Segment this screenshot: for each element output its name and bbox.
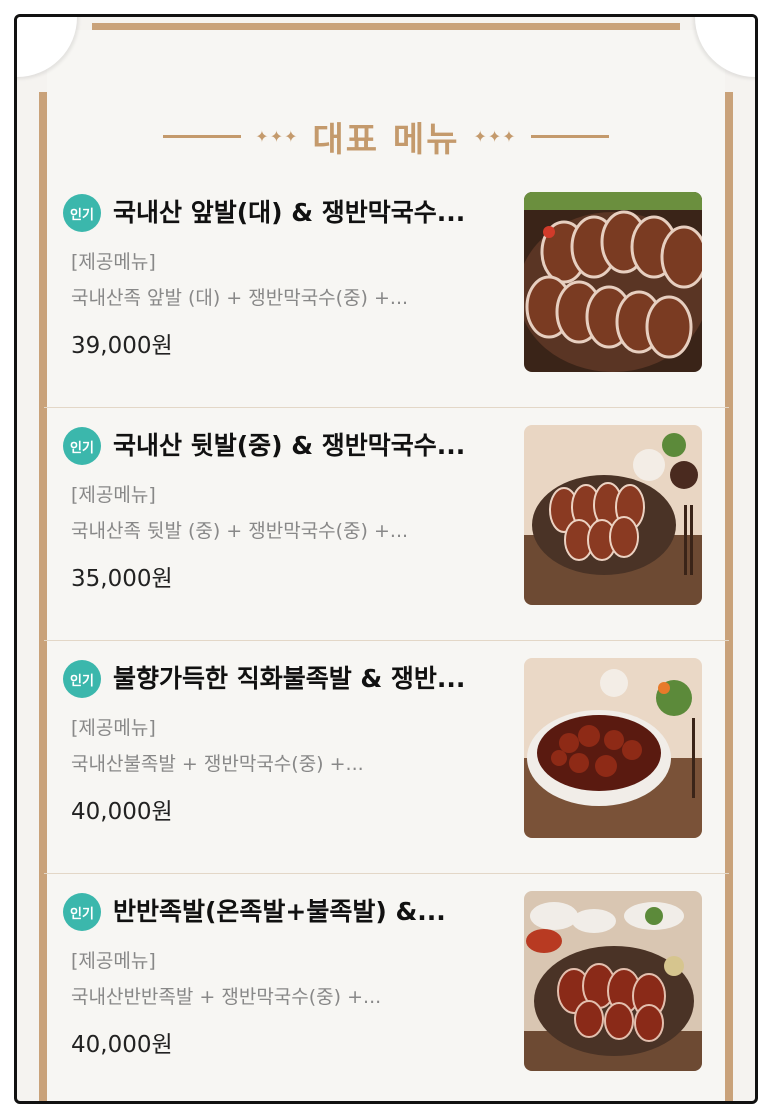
menu-item[interactable]: 인기 반반족발(온족발+불족발) &... [제공메뉴] 국내산반반족발 + 쟁… — [44, 874, 729, 1107]
pork-feet-platter-photo[interactable] — [524, 425, 702, 605]
menu-item-price: 40,000원 — [71, 1032, 173, 1058]
menu-item[interactable]: 인기 불향가득한 직화불족발 & 쟁반... [제공메뉴] 국내산불족발 + 쟁… — [44, 641, 729, 874]
menu-item-name[interactable]: 불향가득한 직화불족발 & 쟁반... — [113, 661, 533, 697]
menu-item-sub-label: [제공메뉴] — [71, 484, 156, 506]
menu-item-name[interactable]: 국내산 앞발(대) & 쟁반막국수... — [113, 195, 533, 231]
popular-badge: 인기 — [63, 660, 101, 698]
menu-item-sub-label: [제공메뉴] — [71, 950, 156, 972]
spicy-pork-feet-photo[interactable] — [524, 658, 702, 838]
menu-item-description: 국내산반반족발 + 쟁반막국수(중) +... — [71, 986, 382, 1008]
heading-line-left — [163, 135, 242, 138]
menu-list: 인기 국내산 앞발(대) & 쟁반막국수... [제공메뉴] 국내산족 앞발 (… — [44, 175, 729, 1107]
section-heading: ✦✦✦ 대표 메뉴 ✦✦✦ — [17, 112, 755, 161]
section-title: 대표 메뉴 — [312, 120, 460, 160]
popular-badge: 인기 — [63, 427, 101, 465]
menu-item-sub-label: [제공메뉴] — [71, 717, 156, 739]
sliced-pork-feet-photo[interactable] — [524, 192, 702, 372]
menu-item-sub-label: [제공메뉴] — [71, 251, 156, 273]
menu-item[interactable]: 인기 국내산 뒷발(중) & 쟁반막국수... [제공메뉴] 국내산족 뒷발 (… — [44, 408, 729, 641]
menu-item-price: 40,000원 — [71, 799, 173, 825]
heading-line-right — [530, 135, 609, 138]
menu-item-description: 국내산족 뒷발 (중) + 쟁반막국수(중) +... — [71, 520, 409, 542]
gold-border-top — [92, 23, 680, 30]
popular-badge: 인기 — [63, 893, 101, 931]
popular-badge: 인기 — [63, 194, 101, 232]
heading-ornament-right: ✦✦✦ — [473, 127, 517, 146]
menu-item-name[interactable]: 반반족발(온족발+불족발) &... — [113, 894, 533, 930]
menu-item-name[interactable]: 국내산 뒷발(중) & 쟁반막국수... — [113, 428, 533, 464]
heading-ornament-left: ✦✦✦ — [255, 127, 299, 146]
menu-item[interactable]: 인기 국내산 앞발(대) & 쟁반막국수... [제공메뉴] 국내산족 앞발 (… — [44, 175, 729, 408]
half-half-pork-feet-photo[interactable] — [524, 891, 702, 1071]
menu-item-price: 39,000원 — [71, 333, 173, 359]
menu-item-price: 35,000원 — [71, 566, 173, 592]
menu-item-description: 국내산족 앞발 (대) + 쟁반막국수(중) +... — [71, 287, 409, 309]
menu-item-description: 국내산불족발 + 쟁반막국수(중) +... — [71, 753, 364, 775]
